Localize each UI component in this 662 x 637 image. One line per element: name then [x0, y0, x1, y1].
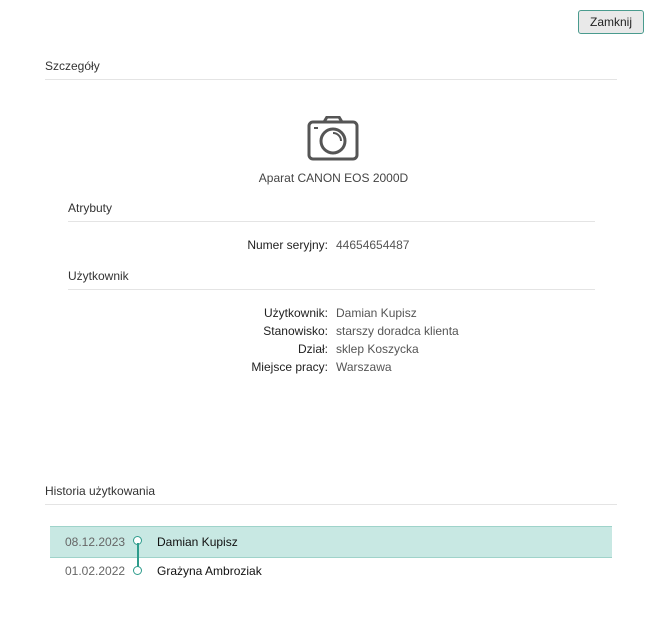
user-field-label: Dział: — [297, 342, 328, 356]
history-user-name: Damian Kupisz — [157, 535, 238, 549]
user-field-department: Dział: sklep Koszycka — [0, 342, 662, 360]
history-section-title: Historia użytkowania — [45, 484, 156, 498]
close-button[interactable]: Zamknij — [578, 10, 644, 34]
serial-number-row: Numer seryjny: 44654654487 — [0, 238, 662, 256]
camera-icon — [307, 116, 359, 161]
user-section-title: Użytkownik — [68, 269, 129, 283]
user-field-value: Warszawa — [336, 360, 392, 374]
user-divider — [68, 289, 595, 290]
details-section-title: Szczegóły — [45, 59, 100, 73]
history-date: 08.12.2023 — [65, 535, 126, 549]
history-row[interactable]: 08.12.2023 Damian Kupisz — [50, 526, 612, 558]
history-user-name: Grażyna Ambroziak — [157, 564, 262, 578]
history-date: 01.02.2022 — [65, 564, 126, 578]
serial-number-label: Numer seryjny: — [247, 238, 328, 252]
user-field-position: Stanowisko: starszy doradca klienta — [0, 324, 662, 342]
user-field-label: Stanowisko: — [263, 324, 328, 338]
history-divider — [45, 504, 617, 505]
user-field-value: sklep Koszycka — [336, 342, 419, 356]
timeline-connector — [137, 543, 139, 567]
details-divider — [45, 79, 617, 80]
user-field-label: Użytkownik: — [263, 306, 328, 320]
user-field-label: Miejsce pracy: — [251, 360, 328, 374]
serial-number-value: 44654654487 — [336, 238, 410, 252]
attributes-section-title: Atrybuty — [68, 201, 113, 215]
device-name: Aparat CANON EOS 2000D — [258, 171, 409, 185]
user-field-user: Użytkownik: Damian Kupisz — [0, 306, 662, 324]
attributes-divider — [68, 221, 595, 222]
user-field-value: Damian Kupisz — [336, 306, 417, 320]
user-field-workplace: Miejsce pracy: Warszawa — [0, 360, 662, 378]
user-field-value: starszy doradca klienta — [336, 324, 459, 338]
timeline-dot — [133, 566, 142, 575]
history-row[interactable]: 01.02.2022 Grażyna Ambroziak — [50, 557, 612, 587]
